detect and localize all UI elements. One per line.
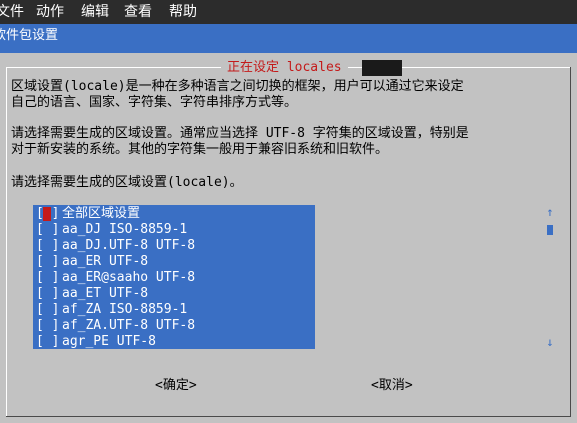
scroll-down-arrow-icon[interactable]: ↓ [545,335,555,349]
list-item-label: af_ZA.UTF-8 UTF-8 [62,318,196,333]
dialog-border-left [6,67,7,417]
list-scrollbar[interactable]: ↑ ↓ [545,205,555,349]
description-line-2: 自己的语言、国家、字符集、字符串排序方式等。 [11,95,298,110]
menu-edit[interactable]: 编辑 [81,3,109,21]
recommendation-line-2: 对于新安装的系统。其他的字符集一般用于兼容旧系统和旧软件。 [11,142,389,157]
checkbox[interactable]: [ ] [36,254,62,270]
recommendation-line-1: 请选择需要生成的区域设置。通常应当选择 UTF-8 字符集的区域设置，特别是 [11,126,469,141]
list-item[interactable]: [ ] 全部区域设置 [36,206,140,222]
list-item-label: af_ZA ISO-8859-1 [62,302,188,317]
checkbox[interactable]: [ ] [36,270,62,286]
configuration-dialog: 正在设定 locales 区域设置(locale)是一种在多种语言之间切换的框架… [0,53,577,423]
menu-view[interactable]: 查看 [124,3,152,21]
scroll-thumb[interactable] [547,225,553,235]
checkbox[interactable]: [ ] [36,318,62,334]
list-item-label: aa_ER@saaho UTF-8 [62,270,196,285]
dialog-title-shadow [362,60,402,76]
list-item[interactable]: [ ] af_ZA ISO-8859-1 [36,302,187,318]
list-item-label: 全部区域设置 [62,206,141,221]
list-item[interactable]: [ ] af_ZA.UTF-8 UTF-8 [36,318,195,334]
list-item-label: aa_ET UTF-8 [62,286,149,301]
dialog-title: 正在设定 locales [221,60,348,76]
backtitle-text: 软件包设置 [0,28,59,43]
list-item-label: aa_DJ.UTF-8 UTF-8 [62,238,196,253]
checkbox[interactable]: [ ] [36,222,62,238]
checkbox[interactable]: [ ] [36,302,62,318]
list-item[interactable]: [ ] aa_ET UTF-8 [36,286,148,302]
description-line-1: 区域设置(locale)是一种在多种语言之间切换的框架，用户可以通过它来设定 [11,79,464,94]
checkbox[interactable]: [ ] [36,334,62,350]
checkbox[interactable]: [ ] [36,206,62,222]
scroll-up-arrow-icon[interactable]: ↑ [545,205,555,219]
dialog-border-right [570,67,571,417]
list-item[interactable]: [ ] agr_PE UTF-8 [36,334,156,350]
list-item[interactable]: [ ] aa_DJ ISO-8859-1 [36,222,187,238]
selection-prompt: 请选择需要生成的区域设置(locale)。 [11,175,243,190]
list-item-label: aa_ER UTF-8 [62,254,149,269]
locale-checklist[interactable]: [ ] 全部区域设置 [ ] aa_DJ ISO-8859-1 [ ] aa_DJ.U… [33,205,315,349]
list-item[interactable]: [ ] aa_DJ.UTF-8 UTF-8 [36,238,195,254]
checkbox[interactable]: [ ] [36,286,62,302]
menu-file[interactable]: 文件 [0,3,24,21]
list-item[interactable]: [ ] aa_ER@saaho UTF-8 [36,270,195,286]
list-item[interactable]: [ ] aa_ER UTF-8 [36,254,148,270]
list-item-label: agr_PE UTF-8 [62,334,156,349]
dialog-border-bottom [6,416,571,417]
menu-help[interactable]: 帮助 [169,3,197,21]
checkbox[interactable]: [ ] [36,238,62,254]
backtitle-bar: 软件包设置 [0,24,577,47]
list-item-label: aa_DJ ISO-8859-1 [62,222,188,237]
cancel-button[interactable]: <取消> [371,377,413,394]
selection-cursor [43,207,51,221]
menu-action[interactable]: 动作 [36,3,64,21]
ok-button[interactable]: <确定> [155,377,197,394]
menubar: 文件 动作 编辑 查看 帮助 [0,0,577,24]
